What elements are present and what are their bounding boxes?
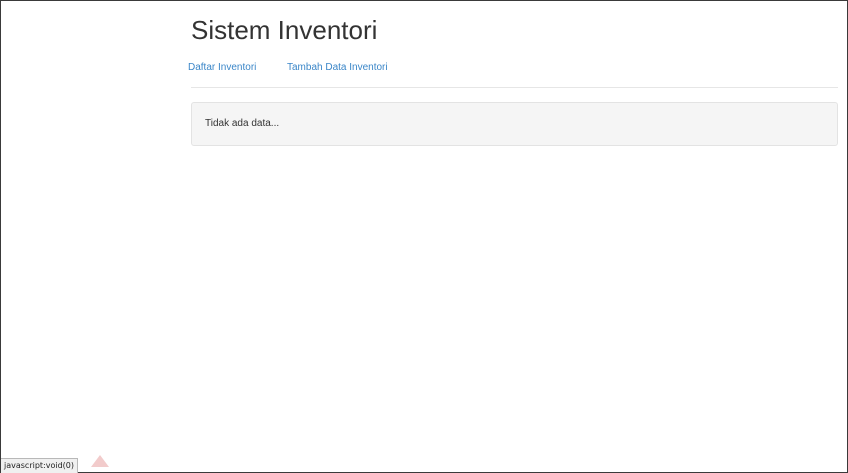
nav-tabs: Daftar Inventori Tambah Data Inventori [188,58,838,88]
page-title: Sistem Inventori [191,15,378,45]
empty-data-panel: Tidak ada data... [191,102,838,146]
nav-link-daftar-inventori[interactable]: Daftar Inventori [188,62,256,73]
browser-status-bar: javascript:void(0) [1,458,79,473]
watermark-logo [91,455,109,467]
empty-data-message: Tidak ada data... [205,118,280,129]
browser-viewport: Sistem Inventori Daftar Inventori Tambah… [0,0,848,473]
nav-link-tambah-data-inventori[interactable]: Tambah Data Inventori [287,62,388,73]
